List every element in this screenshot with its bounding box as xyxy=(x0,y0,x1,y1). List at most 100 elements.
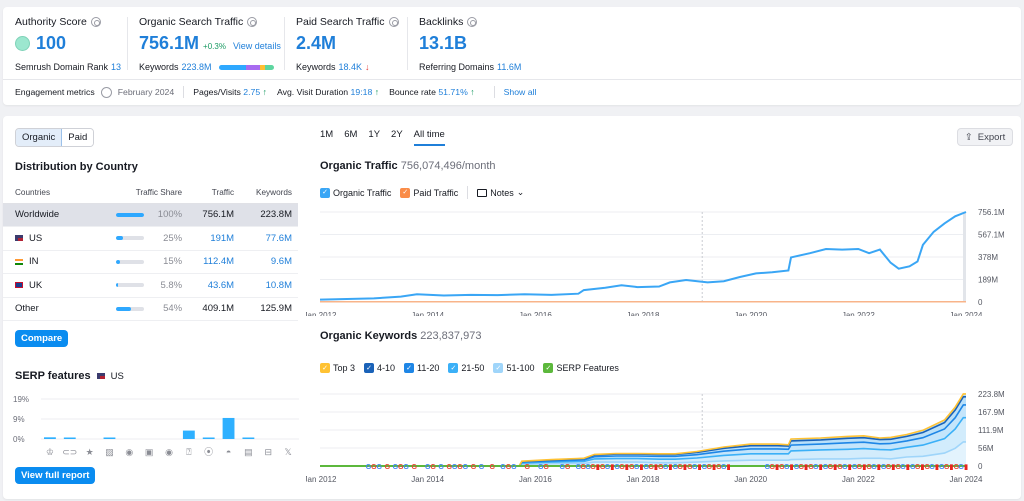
twitter-x-icon[interactable]: 𝕏 xyxy=(284,447,291,457)
organic-keywords-value[interactable]: 223.8M xyxy=(182,62,212,72)
period-tab[interactable]: 1Y xyxy=(368,129,380,146)
period-tab[interactable]: 1M xyxy=(320,129,333,146)
authority-score-value[interactable]: 100 xyxy=(36,33,66,54)
serp-bar[interactable] xyxy=(242,437,255,440)
legend-item[interactable]: ✓ 21-50 xyxy=(448,363,484,373)
paid-traffic-value[interactable]: 2.4M xyxy=(296,33,336,54)
traffic-cell[interactable]: 43.6M xyxy=(188,273,241,298)
backlinks-value[interactable]: 13.1B xyxy=(419,33,467,54)
info-icon[interactable] xyxy=(247,17,258,27)
keywords-cell[interactable]: 9.6M xyxy=(240,250,298,274)
algorithm-update-marker[interactable]: G xyxy=(463,464,469,471)
legend-paid-traffic[interactable]: ✓ Paid Traffic xyxy=(400,187,458,198)
period-tab[interactable]: 2Y xyxy=(391,129,403,146)
sitelinks-icon[interactable]: ⊂⊃ xyxy=(62,447,77,457)
legend-item[interactable]: ✓ 51-100 xyxy=(493,363,534,373)
algorithm-update-marker[interactable]: ▮ xyxy=(727,464,731,471)
algorithm-update-marker[interactable]: G xyxy=(385,464,391,471)
checkbox-icon[interactable]: ✓ xyxy=(404,363,415,373)
featured-video-icon[interactable]: ▣ xyxy=(145,447,154,457)
notes-dropdown[interactable]: Notes ⌄ xyxy=(477,187,524,198)
serp-bar[interactable] xyxy=(63,437,76,440)
related-searches-icon[interactable]: ▤ xyxy=(244,447,253,457)
x-tick-label: Jan 2014 xyxy=(411,475,444,484)
organic-traffic-value[interactable]: 756.1M xyxy=(139,33,199,54)
algorithm-update-marker[interactable]: G xyxy=(479,464,485,471)
reviews-icon[interactable]: ★ xyxy=(86,447,94,457)
serp-bar[interactable] xyxy=(103,437,116,440)
serp-bar[interactable] xyxy=(44,437,56,439)
checkbox-icon[interactable]: ✓ xyxy=(448,363,459,373)
view-full-report-button[interactable]: View full report xyxy=(15,467,96,484)
authority-score-dot-icon xyxy=(15,35,30,51)
checkbox-icon[interactable]: ✓ xyxy=(400,187,411,198)
domain-rank-value[interactable]: 13 xyxy=(111,62,121,72)
video-icon[interactable]: ◉ xyxy=(125,447,133,457)
traffic-cell[interactable]: 191M xyxy=(188,226,241,251)
table-row[interactable]: UK 5.8% 43.6M 10.8M xyxy=(3,273,298,298)
traffic-cell: 756.1M xyxy=(188,203,241,227)
chart-edge-marker xyxy=(963,212,966,302)
knowledge-panel-icon[interactable]: ◓ xyxy=(226,447,231,457)
serp-bar[interactable] xyxy=(202,437,215,440)
keywords-cell: 125.9M xyxy=(240,297,298,321)
checkbox-icon[interactable]: ✓ xyxy=(493,363,504,373)
period-tab[interactable]: All time xyxy=(413,129,445,146)
algorithm-update-marker[interactable]: G xyxy=(543,464,549,471)
serp-bar[interactable] xyxy=(222,417,235,439)
table-row[interactable]: US 25% 191M 77.6M xyxy=(3,226,298,251)
algorithm-update-marker[interactable]: G xyxy=(490,464,496,471)
checkbox-icon[interactable]: ✓ xyxy=(364,363,375,373)
checkbox-icon[interactable]: ✓ xyxy=(320,363,330,373)
checkbox-icon[interactable]: ✓ xyxy=(320,187,330,198)
keywords-cell[interactable]: 77.6M xyxy=(240,226,298,251)
export-button[interactable]: ⇪ Export xyxy=(957,128,1013,146)
in-flag-icon xyxy=(15,258,23,265)
period-tab[interactable]: 6M xyxy=(344,129,357,146)
algorithm-update-marker[interactable]: G xyxy=(403,464,409,471)
show-all-link[interactable]: Show all xyxy=(504,87,537,97)
tab-organic[interactable]: Organic xyxy=(16,129,63,146)
country-cell: IN xyxy=(3,250,89,274)
info-icon[interactable] xyxy=(90,17,101,27)
legend-organic-traffic[interactable]: ✓ Organic Traffic xyxy=(320,187,391,198)
tab-paid[interactable]: Paid xyxy=(62,129,94,146)
algorithm-update-marker[interactable]: ▮ xyxy=(964,464,968,471)
table-row[interactable]: Worldwide 100% 756.1M 223.8M xyxy=(3,203,298,227)
legend-item[interactable]: ✓ 11-20 xyxy=(404,363,439,373)
algorithm-update-marker[interactable]: G xyxy=(430,464,436,471)
algorithm-update-marker[interactable]: G xyxy=(471,464,477,471)
featured-snippet-icon[interactable]: ♔ xyxy=(46,447,54,457)
traffic-cell[interactable]: 112.4M xyxy=(188,250,241,274)
checkbox-icon[interactable]: ✓ xyxy=(543,363,554,373)
keywords-cell[interactable]: 10.8M xyxy=(240,273,298,298)
referring-domains-value[interactable]: 11.6M xyxy=(497,62,521,72)
jobs-icon[interactable]: ⊟ xyxy=(264,447,272,457)
algorithm-update-marker[interactable]: G xyxy=(511,464,517,471)
algorithm-update-marker[interactable]: G xyxy=(376,464,382,471)
x-tick-label: Jan 2012 xyxy=(306,311,337,316)
paid-keywords-value[interactable]: 18.4K xyxy=(339,62,363,72)
view-details-link[interactable]: View details xyxy=(233,41,281,51)
compare-button[interactable]: Compare xyxy=(15,330,69,347)
serp-bar[interactable] xyxy=(182,430,195,439)
legend-item[interactable]: ✓ SERP Features xyxy=(543,363,619,373)
legend-item[interactable]: ✓ Top 3 xyxy=(320,363,355,373)
algorithm-update-marker[interactable]: G xyxy=(525,464,531,471)
column-header: Traffic Share xyxy=(88,182,189,204)
legend-item[interactable]: ✓ 4-10 xyxy=(364,363,395,373)
people-also-ask-icon[interactable]: ⍰ xyxy=(186,447,192,457)
info-icon[interactable] xyxy=(467,17,478,27)
table-row[interactable]: Other 54% 409.1M 125.9M xyxy=(3,297,298,321)
algorithm-update-marker[interactable]: G xyxy=(438,464,444,471)
info-icon[interactable] xyxy=(388,17,399,27)
algorithm-update-marker[interactable]: G xyxy=(565,464,571,471)
x-tick-label: Jan 2018 xyxy=(627,475,660,484)
image-icon[interactable]: ▨ xyxy=(105,447,114,457)
video-carousel-icon[interactable]: ◉ xyxy=(165,447,173,457)
series-line-organic-traffic[interactable] xyxy=(319,211,967,301)
table-row[interactable]: IN 15% 112.4M 9.6M xyxy=(3,250,298,274)
metric-title: Authority Score xyxy=(15,16,87,28)
local-pack-icon[interactable]: ⦿ xyxy=(204,447,213,457)
algorithm-update-marker[interactable]: G xyxy=(411,464,417,471)
